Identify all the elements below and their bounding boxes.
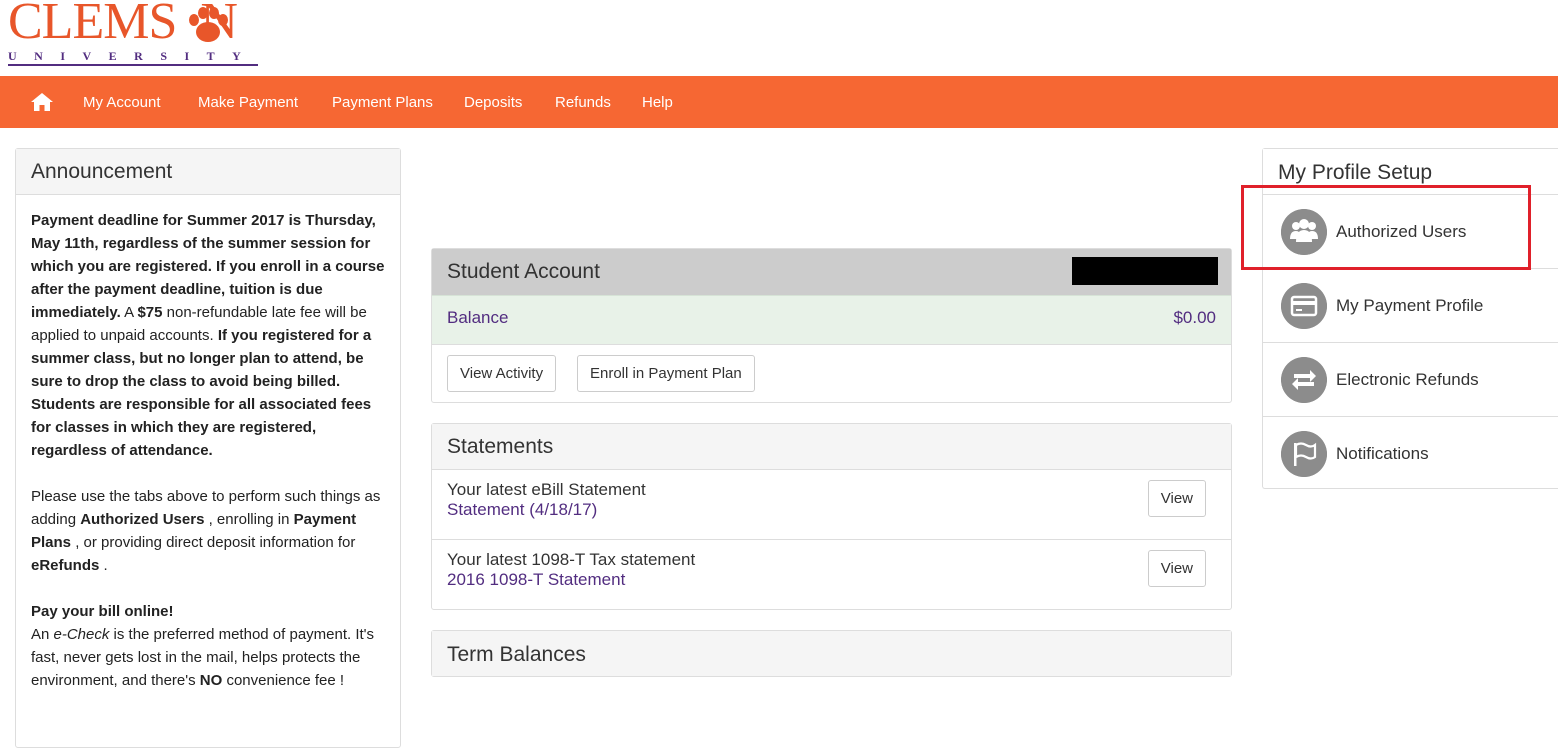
profile-item-notifications[interactable]: Notifications xyxy=(1263,417,1558,491)
profile-setup-panel: My Profile Setup Authorized Users My Pay… xyxy=(1262,148,1558,489)
statements-panel: Statements Your latest eBill Statement S… xyxy=(431,423,1232,610)
refresh-icon xyxy=(1281,357,1327,403)
statement-link[interactable]: Statement (4/18/17) xyxy=(447,500,1216,520)
logo-university: UNIVERSITY xyxy=(8,49,259,63)
profile-item-label: Electronic Refunds xyxy=(1336,370,1479,389)
profile-item-electronic-refunds[interactable]: Electronic Refunds xyxy=(1263,343,1558,417)
nav-help[interactable]: Help xyxy=(642,76,673,128)
announcement-text: A xyxy=(120,304,138,321)
balance-label: Balance xyxy=(447,308,509,327)
term-balances-title: Term Balances xyxy=(432,631,1231,676)
pay-online-heading: Pay your bill online! xyxy=(31,603,174,620)
balance-amount: $0.00 xyxy=(1173,308,1216,327)
announcement-paragraph: Pay your bill online! An e-Check is the p… xyxy=(31,600,385,692)
announcement-text: An xyxy=(31,626,54,643)
home-icon[interactable] xyxy=(30,92,54,112)
nav-refunds[interactable]: Refunds xyxy=(555,76,611,128)
statement-link[interactable]: 2016 1098-T Statement xyxy=(447,570,1216,590)
statement-title: Your latest 1098-T Tax statement xyxy=(447,550,696,569)
tiger-paw-icon xyxy=(189,7,228,42)
balance-row: Balance $0.00 xyxy=(432,295,1231,345)
authorized-users-mention: Authorized Users xyxy=(80,511,205,528)
enroll-payment-plan-button[interactable]: Enroll in Payment Plan xyxy=(577,355,755,392)
no-fee-emphasis: NO xyxy=(199,672,223,689)
profile-item-payment-profile[interactable]: My Payment Profile xyxy=(1263,269,1558,343)
announcement-body: Payment deadline for Summer 2017 is Thur… xyxy=(16,195,400,692)
late-fee-amount: $75 xyxy=(137,304,163,321)
nav-my-account[interactable]: My Account xyxy=(83,76,161,128)
view-statement-button[interactable]: View xyxy=(1147,480,1206,517)
echeck-mention: e-Check xyxy=(53,626,110,643)
statement-row: Your latest 1098-T Tax statement 2016 10… xyxy=(432,540,1231,610)
view-activity-button[interactable]: View Activity xyxy=(447,355,557,392)
view-1098t-button[interactable]: View xyxy=(1147,550,1206,587)
header: CLEMS N UNIVERSITY xyxy=(0,0,1558,76)
announcement-paragraph: Payment deadline for Summer 2017 is Thur… xyxy=(31,209,385,462)
profile-item-label: Notifications xyxy=(1336,444,1429,463)
nav-deposits[interactable]: Deposits xyxy=(464,76,522,128)
users-icon xyxy=(1281,209,1327,255)
student-account-panel: Student Account Balance $0.00 View Activ… xyxy=(431,248,1232,403)
logo-underline xyxy=(8,64,258,66)
statement-title: Your latest eBill Statement xyxy=(447,480,646,499)
nav-payment-plans[interactable]: Payment Plans xyxy=(332,76,433,128)
profile-item-label: Authorized Users xyxy=(1336,222,1467,241)
flag-icon xyxy=(1281,431,1327,477)
statement-row: Your latest eBill Statement Statement (4… xyxy=(432,470,1231,540)
announcement-panel: Announcement Payment deadline for Summer… xyxy=(15,148,401,748)
clemson-logo[interactable]: CLEMS N UNIVERSITY xyxy=(8,0,264,70)
profile-setup-title: My Profile Setup xyxy=(1263,149,1558,195)
profile-item-authorized-users[interactable]: Authorized Users xyxy=(1263,195,1558,269)
nav-make-payment[interactable]: Make Payment xyxy=(198,76,298,128)
announcement-paragraph: Please use the tabs above to perform suc… xyxy=(31,485,385,577)
announcement-text: , or providing direct deposit informatio… xyxy=(71,534,356,551)
profile-item-label: My Payment Profile xyxy=(1336,296,1484,315)
announcement-drop-text: If you registered for a summer class, bu… xyxy=(31,327,372,459)
announcement-text: convenience fee ! xyxy=(222,672,345,689)
term-balances-panel[interactable]: Term Balances xyxy=(431,630,1232,677)
erefunds-mention: eRefunds xyxy=(31,557,100,574)
redacted-account-id xyxy=(1072,257,1218,285)
statements-title: Statements xyxy=(432,424,1231,470)
announcement-text: , enrolling in xyxy=(204,511,294,528)
announcement-title: Announcement xyxy=(16,149,400,195)
credit-card-icon xyxy=(1281,283,1327,329)
main-nav: My Account Make Payment Payment Plans De… xyxy=(0,76,1558,128)
announcement-text: . xyxy=(99,557,108,574)
